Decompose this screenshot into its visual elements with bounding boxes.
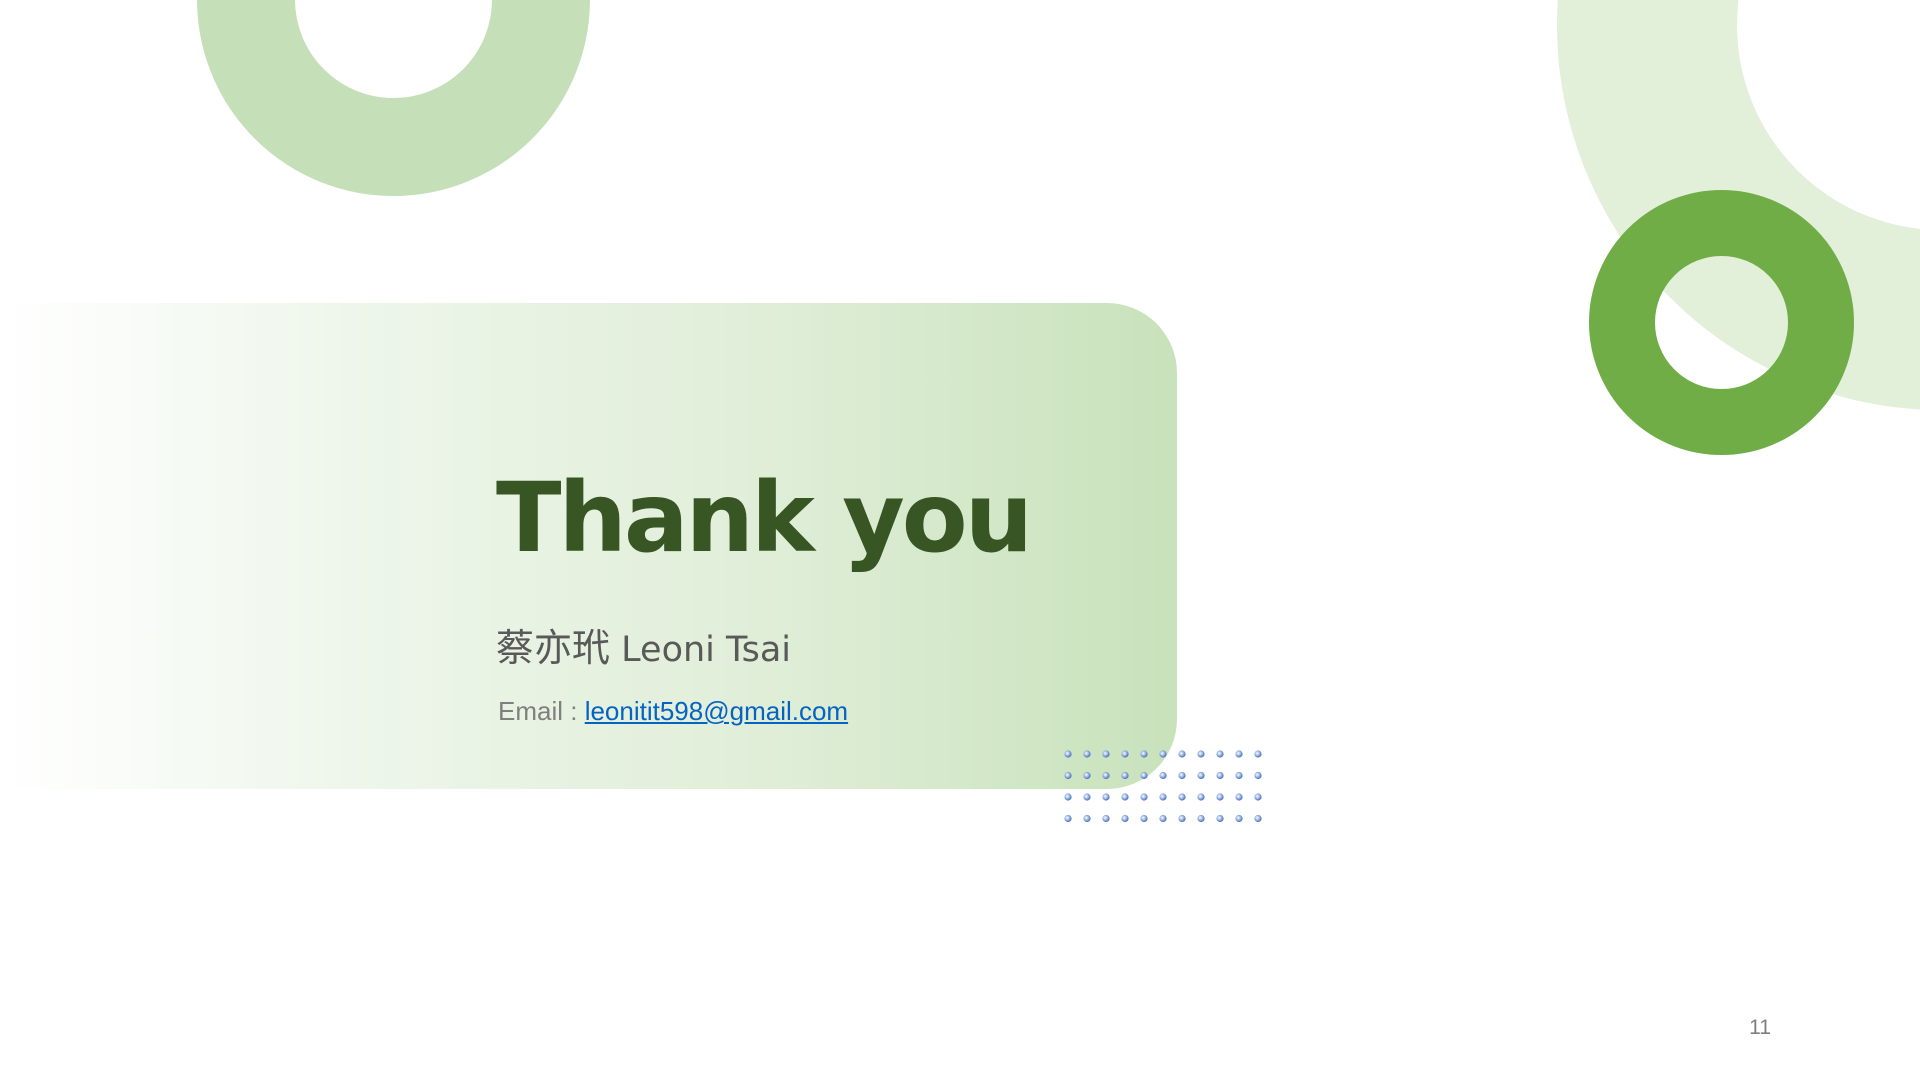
decorative-dot bbox=[1254, 750, 1262, 758]
decorative-dot bbox=[1216, 793, 1224, 801]
decorative-dot bbox=[1083, 793, 1091, 801]
decorative-dot bbox=[1140, 793, 1148, 801]
decorative-dot bbox=[1178, 750, 1186, 758]
thank-you-title: Thank you bbox=[496, 462, 1033, 574]
decorative-dot bbox=[1235, 793, 1243, 801]
decorative-dot bbox=[1140, 814, 1148, 823]
decorative-dot bbox=[1159, 814, 1167, 823]
decorative-dot bbox=[1197, 793, 1205, 801]
slide: Thank you 蔡亦玳 Leoni Tsai Email : leoniti… bbox=[0, 0, 1920, 1080]
decorative-dot bbox=[1159, 793, 1167, 801]
decorative-dot bbox=[1216, 771, 1224, 780]
decorative-dot bbox=[1254, 793, 1262, 801]
decorative-dot bbox=[1064, 771, 1072, 780]
decorative-dot bbox=[1083, 771, 1091, 780]
presenter-name-cjk: 蔡亦玳 bbox=[496, 626, 611, 670]
decorative-dot bbox=[1254, 771, 1262, 780]
decorative-dot bbox=[1121, 750, 1129, 758]
decorative-dot bbox=[1178, 771, 1186, 780]
email-line: Email : leonitit598@gmail.com bbox=[498, 696, 848, 727]
decorative-dot bbox=[1216, 750, 1224, 758]
decorative-dot bbox=[1159, 771, 1167, 780]
decorative-dot bbox=[1121, 814, 1129, 823]
decorative-ring-top-right-green bbox=[1589, 190, 1854, 455]
decorative-dot bbox=[1178, 814, 1186, 823]
decorative-dot bbox=[1235, 750, 1243, 758]
email-link[interactable]: leonitit598@gmail.com bbox=[585, 696, 848, 726]
decorative-dot bbox=[1083, 750, 1091, 758]
decorative-dot bbox=[1216, 814, 1224, 823]
presenter-name: 蔡亦玳 Leoni Tsai bbox=[496, 626, 791, 672]
decorative-dot bbox=[1064, 750, 1072, 758]
decorative-dot bbox=[1121, 771, 1129, 780]
decorative-ring-top-left bbox=[197, 0, 590, 196]
decorative-dot bbox=[1140, 771, 1148, 780]
decorative-dot bbox=[1064, 814, 1072, 823]
decorative-dot bbox=[1121, 793, 1129, 801]
dot-grid-pattern bbox=[1064, 750, 1262, 823]
decorative-dot bbox=[1102, 814, 1110, 823]
decorative-dot bbox=[1102, 750, 1110, 758]
decorative-dot bbox=[1197, 771, 1205, 780]
decorative-dot bbox=[1235, 814, 1243, 823]
presenter-name-latin: Leoni Tsai bbox=[621, 630, 792, 670]
email-label: Email : bbox=[498, 696, 585, 726]
decorative-dot bbox=[1235, 771, 1243, 780]
decorative-dot bbox=[1178, 793, 1186, 801]
decorative-dot bbox=[1102, 793, 1110, 801]
decorative-dot bbox=[1064, 793, 1072, 801]
decorative-dot bbox=[1083, 814, 1091, 823]
decorative-dot bbox=[1140, 750, 1148, 758]
decorative-dot bbox=[1159, 750, 1167, 758]
decorative-dot bbox=[1102, 771, 1110, 780]
decorative-dot bbox=[1197, 814, 1205, 823]
decorative-dot bbox=[1197, 750, 1205, 758]
page-number: 11 bbox=[1749, 1016, 1771, 1039]
decorative-dot bbox=[1254, 814, 1262, 823]
